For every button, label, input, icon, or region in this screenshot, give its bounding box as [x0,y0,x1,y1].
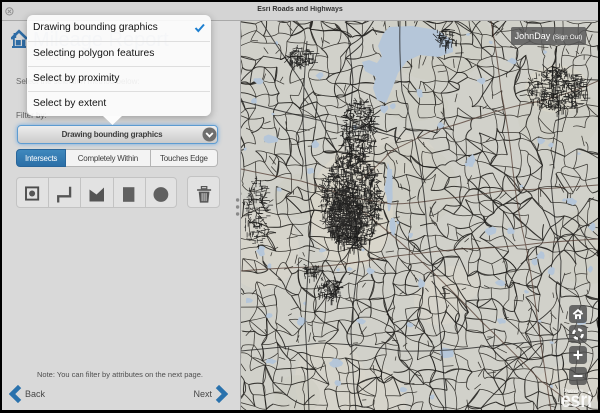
svg-text:esri: esri [561,389,592,410]
